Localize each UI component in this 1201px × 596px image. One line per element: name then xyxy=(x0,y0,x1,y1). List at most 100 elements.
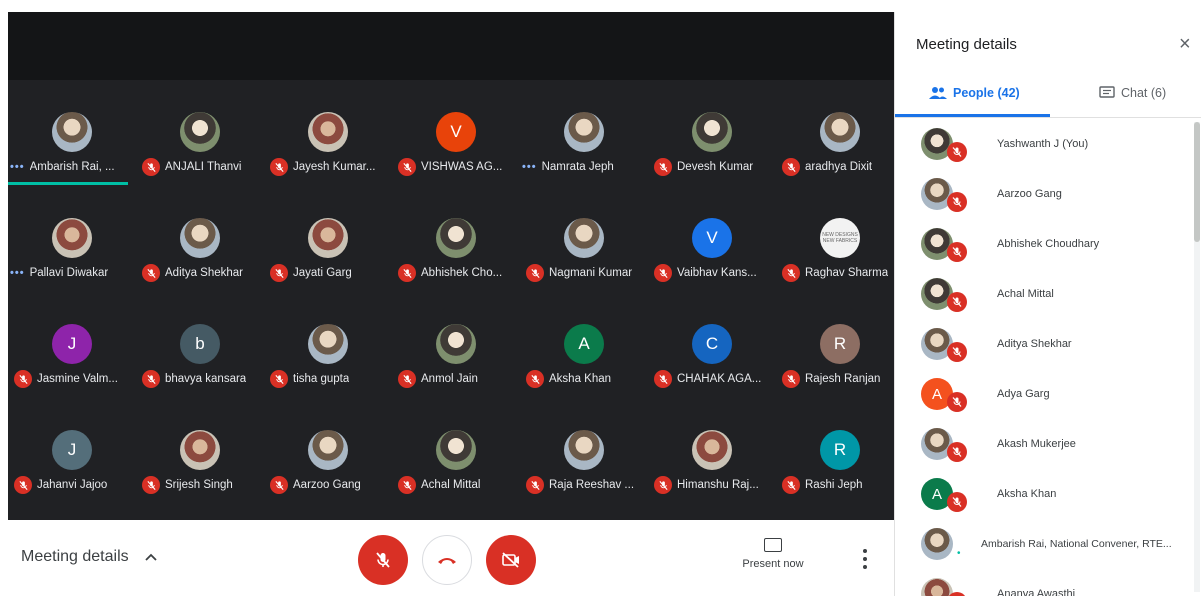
muted-badge xyxy=(14,476,32,494)
mic-off-icon xyxy=(146,162,156,172)
present-now-button[interactable]: Present now xyxy=(733,538,813,570)
participant-name-row: Vaibhav Kans... xyxy=(648,264,776,282)
mic-off-icon xyxy=(786,480,796,490)
participant-name-row: Anmol Jain xyxy=(392,370,520,388)
mic-off-icon xyxy=(952,247,962,257)
participant-tile[interactable]: Achal Mittal xyxy=(392,400,520,496)
speaking-indicator-icon: ••• xyxy=(522,161,537,173)
muted-badge xyxy=(270,370,288,388)
mic-off-icon xyxy=(952,497,962,507)
speaking-indicator-icon: ••• xyxy=(10,161,25,173)
muted-badge xyxy=(14,370,32,388)
participant-tile[interactable]: Himanshu Raj... xyxy=(648,400,776,496)
person-name: Aarzoo Gang xyxy=(997,188,1062,200)
tab-chat[interactable]: Chat (6) xyxy=(1099,86,1166,100)
avatar: A xyxy=(564,324,604,364)
people-list-item[interactable]: A Aksha Khan xyxy=(921,474,1191,514)
participant-tile[interactable]: ANJALI Thanvi xyxy=(136,82,264,178)
participant-name: Aarzoo Gang xyxy=(293,479,361,491)
chat-icon xyxy=(1099,86,1115,98)
people-list-scrollbar[interactable] xyxy=(1194,122,1200,592)
participant-tile[interactable]: Aditya Shekhar xyxy=(136,188,264,284)
microphone-toggle-button[interactable] xyxy=(358,535,408,585)
participant-tile[interactable]: V VISHWAS AG... xyxy=(392,82,520,178)
participant-name: tisha gupta xyxy=(293,373,350,385)
participant-tile[interactable]: Aarzoo Gang xyxy=(264,400,392,496)
chevron-up-icon[interactable] xyxy=(144,550,158,564)
camera-toggle-button[interactable] xyxy=(486,535,536,585)
participant-tile[interactable]: J Jahanvi Jajoo xyxy=(8,400,136,496)
participant-tile[interactable]: Srijesh Singh xyxy=(136,400,264,496)
participant-name: Rashi Jeph xyxy=(805,479,863,491)
participant-tile[interactable]: Jayesh Kumar... xyxy=(264,82,392,178)
participant-tile[interactable]: tisha gupta xyxy=(264,294,392,390)
avatar: R xyxy=(820,430,860,470)
mic-off-icon xyxy=(952,197,962,207)
avatar xyxy=(308,430,348,470)
participant-tile[interactable]: Devesh Kumar xyxy=(648,82,776,178)
people-list-item[interactable]: Akash Mukerjee xyxy=(921,424,1191,464)
muted-badge xyxy=(526,476,544,494)
participant-tile[interactable]: NEW DESIGNS NEW FABRICS Raghav Sharma xyxy=(776,188,904,284)
person-name: Ananya Awasthi xyxy=(997,588,1076,596)
participant-tile[interactable]: R Rashi Jeph xyxy=(776,400,904,496)
meeting-details-toggle[interactable]: Meeting details xyxy=(21,548,129,566)
muted-badge xyxy=(270,476,288,494)
participant-tile[interactable]: A Aksha Khan xyxy=(520,294,648,390)
people-icon xyxy=(929,87,947,99)
avatar xyxy=(564,218,604,258)
people-list-item[interactable]: Yashwanth J (You) xyxy=(921,124,1191,164)
tab-people[interactable]: People (42) xyxy=(929,86,1020,100)
mic-off-icon xyxy=(658,480,668,490)
participant-tile[interactable]: C CHAHAK AGA... xyxy=(648,294,776,390)
participant-tile[interactable]: R Rajesh Ranjan xyxy=(776,294,904,390)
leave-call-button[interactable] xyxy=(422,535,472,585)
people-list-item[interactable]: Aarzoo Gang xyxy=(921,174,1191,214)
people-list-item[interactable]: Aditya Shekhar xyxy=(921,324,1191,364)
participant-name-row: ••• Ambarish Rai, ... xyxy=(8,158,136,176)
participant-name-row: ••• Pallavi Diwakar xyxy=(8,264,136,282)
participant-tile[interactable]: b bhavya kansara xyxy=(136,294,264,390)
participant-tile[interactable]: aradhya Dixit xyxy=(776,82,904,178)
participant-name-row: Jahanvi Jajoo xyxy=(8,476,136,494)
participant-tile[interactable]: V Vaibhav Kans... xyxy=(648,188,776,284)
participant-tile[interactable]: Anmol Jain xyxy=(392,294,520,390)
people-list-item[interactable]: A Adya Garg xyxy=(921,374,1191,414)
mic-off-icon xyxy=(274,268,284,278)
mic-off-icon xyxy=(952,397,962,407)
participant-tile[interactable]: ••• Namrata Jeph xyxy=(520,82,648,178)
top-strip xyxy=(0,0,1201,10)
people-list-item[interactable]: Achal Mittal xyxy=(921,274,1191,314)
people-list-item[interactable]: Ananya Awasthi xyxy=(921,574,1191,596)
muted-badge xyxy=(947,292,967,312)
person-name: Aditya Shekhar xyxy=(997,338,1072,350)
participant-tile[interactable]: Raja Reeshav ... xyxy=(520,400,648,496)
close-icon[interactable]: × xyxy=(1179,34,1191,54)
participant-tile[interactable]: J Jasmine Valm... xyxy=(8,294,136,390)
participant-tile[interactable]: Abhishek Cho... xyxy=(392,188,520,284)
avatar: b xyxy=(180,324,220,364)
participant-name-row: Srijesh Singh xyxy=(136,476,264,494)
participant-tile[interactable]: Jayati Garg xyxy=(264,188,392,284)
participant-name: VISHWAS AG... xyxy=(421,161,503,173)
participant-name-row: tisha gupta xyxy=(264,370,392,388)
participant-tile[interactable]: Nagmani Kumar xyxy=(520,188,648,284)
muted-badge xyxy=(782,476,800,494)
participant-name: Srijesh Singh xyxy=(165,479,233,491)
mic-off-icon xyxy=(146,480,156,490)
participant-name: Jayati Garg xyxy=(293,267,352,279)
participant-name-row: Aarzoo Gang xyxy=(264,476,392,494)
more-options-icon[interactable] xyxy=(862,549,868,569)
mic-off-icon xyxy=(952,147,962,157)
participant-name-row: Rashi Jeph xyxy=(776,476,904,494)
participant-tile[interactable]: ••• Pallavi Diwakar xyxy=(8,188,136,284)
participant-tile[interactable]: ••• Ambarish Rai, ... xyxy=(8,82,136,185)
mic-off-icon xyxy=(658,268,668,278)
muted-badge xyxy=(526,264,544,282)
people-list-item[interactable]: Abhishek Choudhary xyxy=(921,224,1191,264)
participant-name: Raghav Sharma xyxy=(805,267,889,279)
avatar xyxy=(308,218,348,258)
people-list-item[interactable]: • Ambarish Rai, National Convener, RTE... xyxy=(921,524,1191,564)
avatar: J xyxy=(52,324,92,364)
muted-badge xyxy=(142,476,160,494)
